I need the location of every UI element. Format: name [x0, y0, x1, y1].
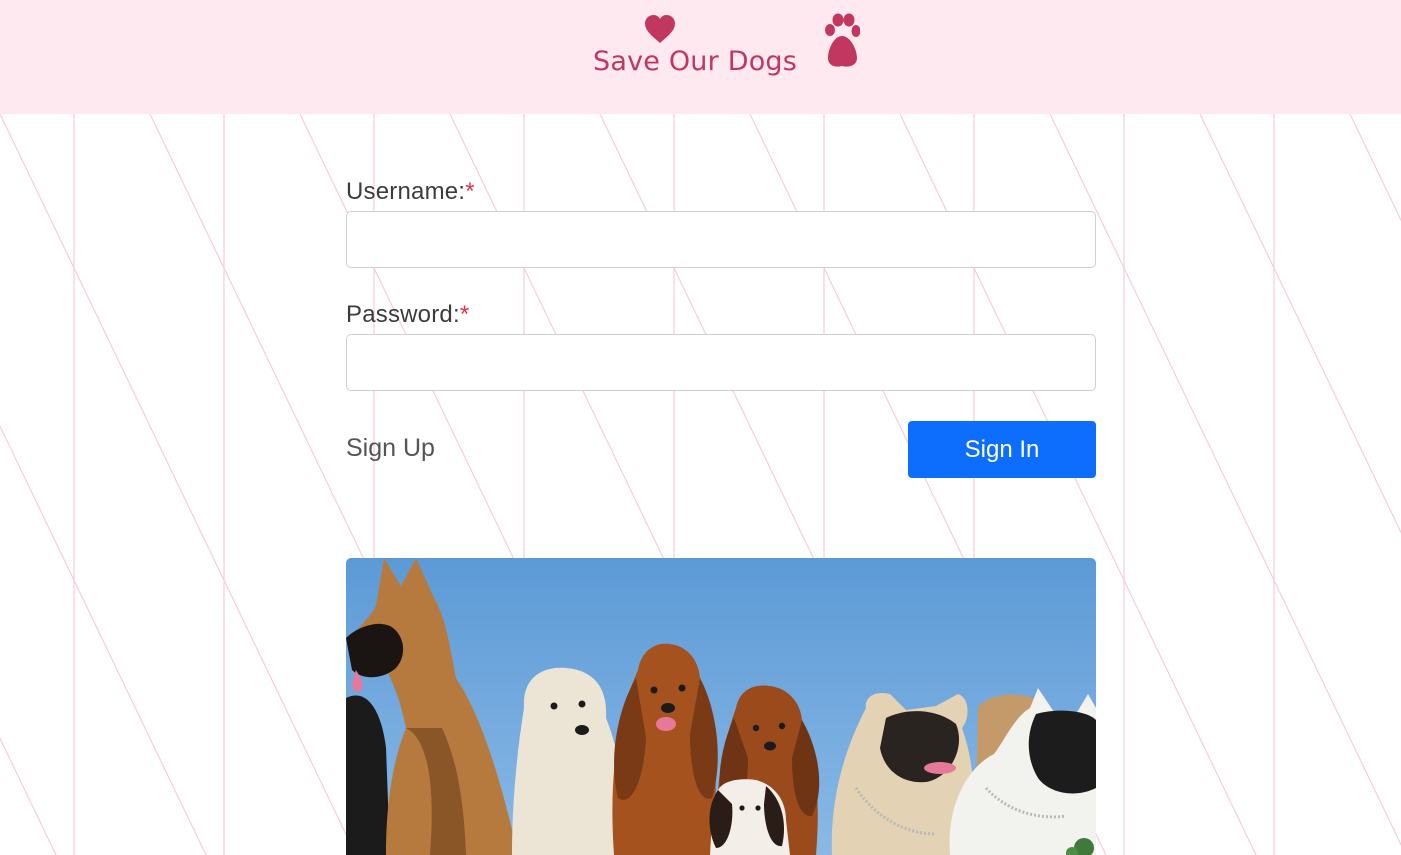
login-page: Save Our Dogs Username:* Password:* Sign… — [0, 0, 1401, 855]
password-label: Password:* — [346, 301, 469, 329]
username-label-text: Username: — [346, 178, 466, 205]
paw-icon — [825, 13, 860, 67]
brand-name: Save Our Dogs — [593, 46, 798, 77]
signin-button[interactable]: Sign In — [908, 421, 1096, 478]
password-label-text: Password: — [346, 301, 460, 328]
heart-icon — [645, 15, 675, 43]
site-logo[interactable]: Save Our Dogs — [590, 8, 860, 80]
username-label: Username:* — [346, 178, 475, 206]
dogs-hero-image — [346, 558, 1096, 855]
password-input[interactable] — [346, 334, 1096, 391]
required-marker: * — [465, 178, 475, 205]
required-marker: * — [459, 301, 470, 328]
site-header: Save Our Dogs — [0, 0, 1401, 114]
username-input[interactable] — [346, 211, 1096, 268]
signup-link[interactable]: Sign Up — [346, 434, 435, 463]
